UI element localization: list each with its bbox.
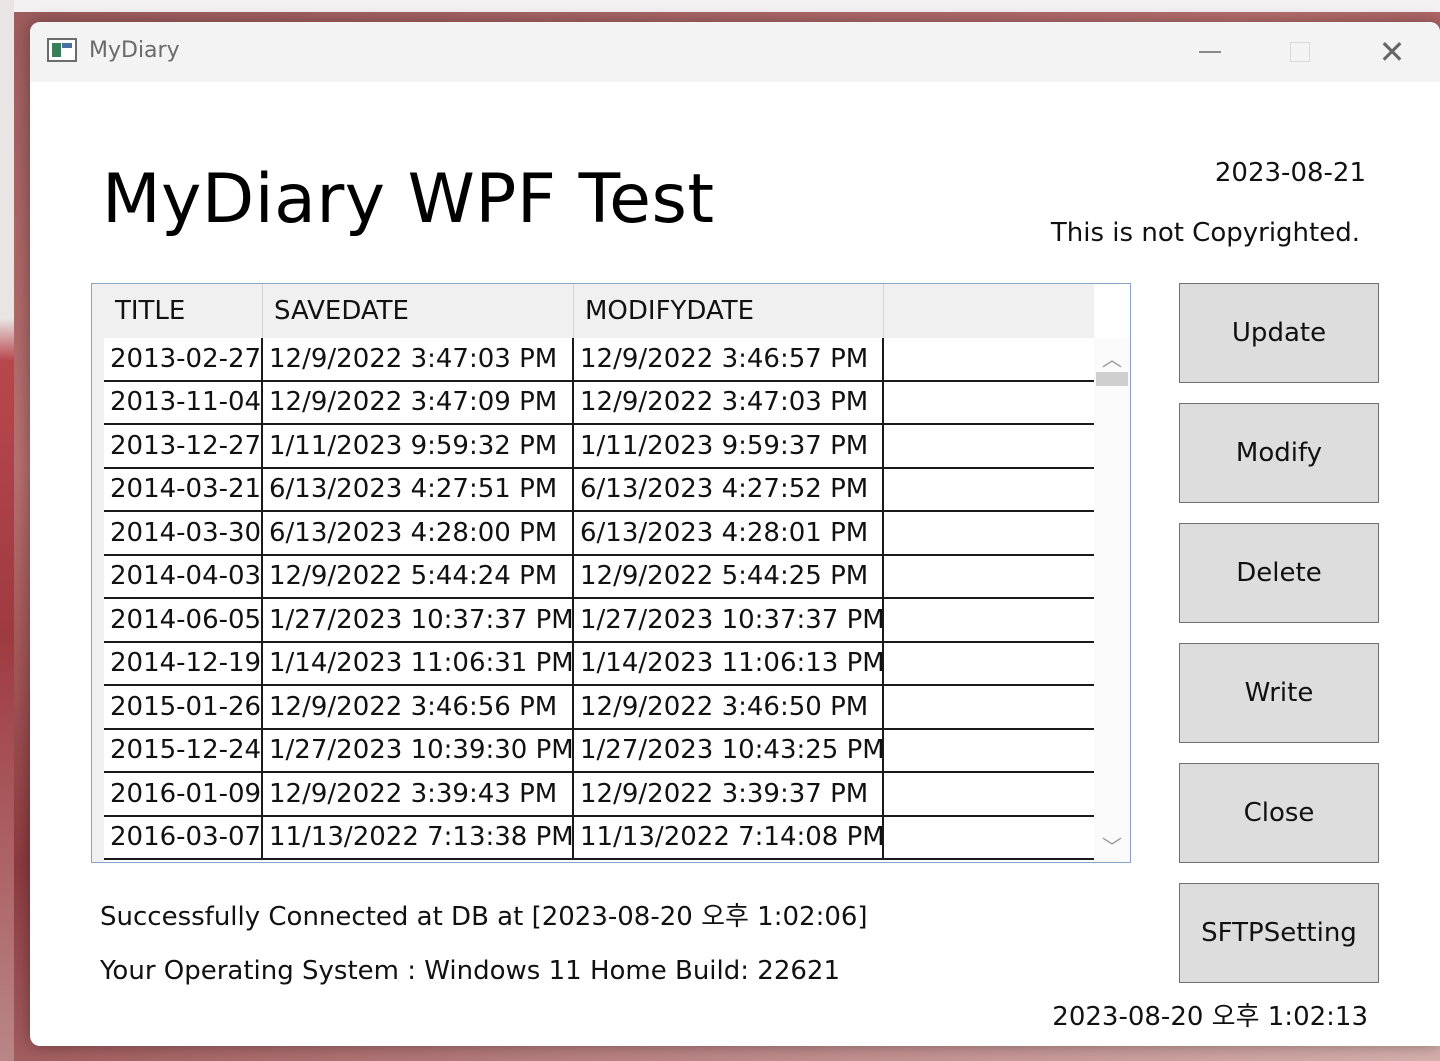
cell-savedate[interactable]: 1/27/2023 10:39:30 PM: [263, 729, 574, 771]
grid-body: 2013-02-27 12/9/2022 3:47:03 PM 12/9/2022 …: [104, 338, 1094, 860]
cell-title[interactable]: 2014-06-05: [104, 599, 263, 641]
cell-title[interactable]: 2014-03-21: [104, 468, 263, 510]
cell-filler: [884, 773, 1094, 815]
modify-button[interactable]: Modify: [1179, 403, 1379, 503]
diary-data-grid[interactable]: TITLE SAVEDATE MODIFYDATE 2013-02-27 12/9…: [91, 283, 1131, 863]
cell-filler: [884, 686, 1094, 728]
cell-modifydate[interactable]: 6/13/2023 4:28:01 PM: [574, 512, 884, 554]
write-button[interactable]: Write: [1179, 643, 1379, 743]
cell-modifydate[interactable]: 12/9/2022 3:46:57 PM: [574, 338, 884, 380]
cell-title[interactable]: 2015-12-24: [104, 729, 263, 771]
sftp-setting-button[interactable]: SFTPSetting: [1179, 883, 1379, 983]
table-row[interactable]: 2016-03-07 11/13/2022 7:13:38 PM 11/13/202…: [104, 816, 1094, 860]
grid-header: TITLE SAVEDATE MODIFYDATE: [92, 284, 1094, 338]
cell-modifydate[interactable]: 1/14/2023 11:06:13 PM: [574, 642, 884, 684]
cell-savedate[interactable]: 12/9/2022 3:46:56 PM: [263, 686, 574, 728]
scrollbar-thumb[interactable]: [1096, 372, 1128, 386]
close-window-button[interactable]: ✕: [1362, 32, 1422, 72]
db-status-text: Successfully Connected at DB at [2023-08…: [100, 902, 868, 932]
page-title: MyDiary WPF Test: [102, 160, 715, 239]
clock-text: 2023-08-20 오후 1:02:13: [1052, 1002, 1368, 1032]
cell-title[interactable]: 2013-11-04: [104, 381, 263, 423]
cell-savedate[interactable]: 12/9/2022 3:39:43 PM: [263, 773, 574, 815]
table-row[interactable]: 2013-12-27 1/11/2023 9:59:32 PM 1/11/2023 …: [104, 425, 1094, 469]
mydiary-window: MyDiary ✕ MyDiary WPF Test 2023-08-21 Th…: [30, 22, 1440, 1046]
cell-filler: [884, 338, 1094, 380]
cell-modifydate[interactable]: 1/27/2023 10:43:25 PM: [574, 729, 884, 771]
cell-filler: [884, 556, 1094, 598]
current-date: 2023-08-21: [1214, 158, 1366, 188]
cell-modifydate[interactable]: 1/27/2023 10:37:37 PM: [574, 599, 884, 641]
cell-modifydate[interactable]: 12/9/2022 3:47:03 PM: [574, 381, 884, 423]
window-title: MyDiary: [89, 38, 180, 63]
table-row[interactable]: 2014-06-05 1/27/2023 10:37:37 PM 1/27/2023…: [104, 599, 1094, 643]
column-header-savedate[interactable]: SAVEDATE: [263, 284, 574, 338]
cell-title[interactable]: 2013-12-27: [104, 425, 263, 467]
title-bar[interactable]: MyDiary ✕: [30, 22, 1440, 82]
cell-title[interactable]: 2013-02-27: [104, 338, 263, 380]
maximize-button[interactable]: [1270, 32, 1330, 72]
cell-savedate[interactable]: 12/9/2022 3:47:03 PM: [263, 338, 574, 380]
table-row[interactable]: 2013-02-27 12/9/2022 3:47:03 PM 12/9/2022 …: [104, 338, 1094, 382]
desktop-background-top: [0, 0, 1440, 12]
cell-savedate[interactable]: 1/11/2023 9:59:32 PM: [263, 425, 574, 467]
vertical-scrollbar[interactable]: ︿ ﹀: [1094, 338, 1130, 862]
cell-filler: [884, 382, 1094, 424]
close-icon: ✕: [1378, 33, 1406, 71]
table-row[interactable]: 2013-11-04 12/9/2022 3:47:09 PM 12/9/2022 …: [104, 381, 1094, 425]
cell-title[interactable]: 2016-01-09: [104, 773, 263, 815]
os-info-text: Your Operating System : Windows 11 Home …: [100, 956, 840, 986]
cell-modifydate[interactable]: 12/9/2022 5:44:25 PM: [574, 555, 884, 597]
chevron-down-icon[interactable]: ﹀: [1094, 830, 1130, 860]
cell-filler: [884, 425, 1094, 467]
table-row[interactable]: 2016-01-09 12/9/2022 3:39:43 PM 12/9/2022 …: [104, 773, 1094, 817]
cell-savedate[interactable]: 12/9/2022 3:47:09 PM: [263, 381, 574, 423]
column-header-filler: [884, 284, 1094, 338]
desktop-background-left: [0, 0, 14, 1061]
table-row[interactable]: 2014-04-03 12/9/2022 5:44:24 PM 12/9/2022 …: [104, 555, 1094, 599]
table-row[interactable]: 2014-03-30 6/13/2023 4:28:00 PM 6/13/2023 …: [104, 512, 1094, 556]
table-row[interactable]: 2015-12-24 1/27/2023 10:39:30 PM 1/27/2023…: [104, 729, 1094, 773]
maximize-icon: [1290, 42, 1310, 62]
cell-filler: [884, 599, 1094, 641]
table-row[interactable]: 2015-01-26 12/9/2022 3:46:56 PM 12/9/2022 …: [104, 686, 1094, 730]
table-row[interactable]: 2014-03-21 6/13/2023 4:27:51 PM 6/13/2023 …: [104, 468, 1094, 512]
cell-savedate[interactable]: 6/13/2023 4:28:00 PM: [263, 512, 574, 554]
update-button[interactable]: Update: [1179, 283, 1379, 383]
cell-savedate[interactable]: 1/14/2023 11:06:31 PM: [263, 642, 574, 684]
cell-filler: [884, 512, 1094, 554]
cell-modifydate[interactable]: 1/11/2023 9:59:37 PM: [574, 425, 884, 467]
cell-savedate[interactable]: 12/9/2022 5:44:24 PM: [263, 555, 574, 597]
cell-title[interactable]: 2014-03-30: [104, 512, 263, 554]
chevron-up-icon[interactable]: ︿: [1094, 342, 1130, 372]
minimize-button[interactable]: [1180, 32, 1240, 72]
minimize-icon: [1199, 51, 1221, 53]
cell-title[interactable]: 2014-04-03: [104, 555, 263, 597]
cell-title[interactable]: 2014-12-19: [104, 642, 263, 684]
close-button[interactable]: Close: [1179, 763, 1379, 863]
cell-filler: [884, 643, 1094, 685]
cell-title[interactable]: 2015-01-26: [104, 686, 263, 728]
cell-filler: [884, 469, 1094, 511]
column-header-title[interactable]: TITLE: [92, 284, 263, 338]
cell-savedate[interactable]: 6/13/2023 4:27:51 PM: [263, 468, 574, 510]
cell-filler: [884, 817, 1094, 859]
cell-savedate[interactable]: 1/27/2023 10:37:37 PM: [263, 599, 574, 641]
cell-savedate[interactable]: 11/13/2022 7:13:38 PM: [263, 816, 574, 858]
column-header-modifydate[interactable]: MODIFYDATE: [574, 284, 884, 338]
cell-filler: [884, 730, 1094, 772]
copyright-notice: This is not Copyrighted.: [1050, 218, 1360, 248]
delete-button[interactable]: Delete: [1179, 523, 1379, 623]
cell-modifydate[interactable]: 11/13/2022 7:14:08 PM: [574, 816, 884, 858]
app-window-icon: [47, 38, 77, 62]
cell-modifydate[interactable]: 6/13/2023 4:27:52 PM: [574, 468, 884, 510]
cell-title[interactable]: 2016-03-07: [104, 816, 263, 858]
cell-modifydate[interactable]: 12/9/2022 3:39:37 PM: [574, 773, 884, 815]
table-row[interactable]: 2014-12-19 1/14/2023 11:06:31 PM 1/14/2023…: [104, 642, 1094, 686]
row-header-gutter: [92, 284, 104, 862]
cell-modifydate[interactable]: 12/9/2022 3:46:50 PM: [574, 686, 884, 728]
